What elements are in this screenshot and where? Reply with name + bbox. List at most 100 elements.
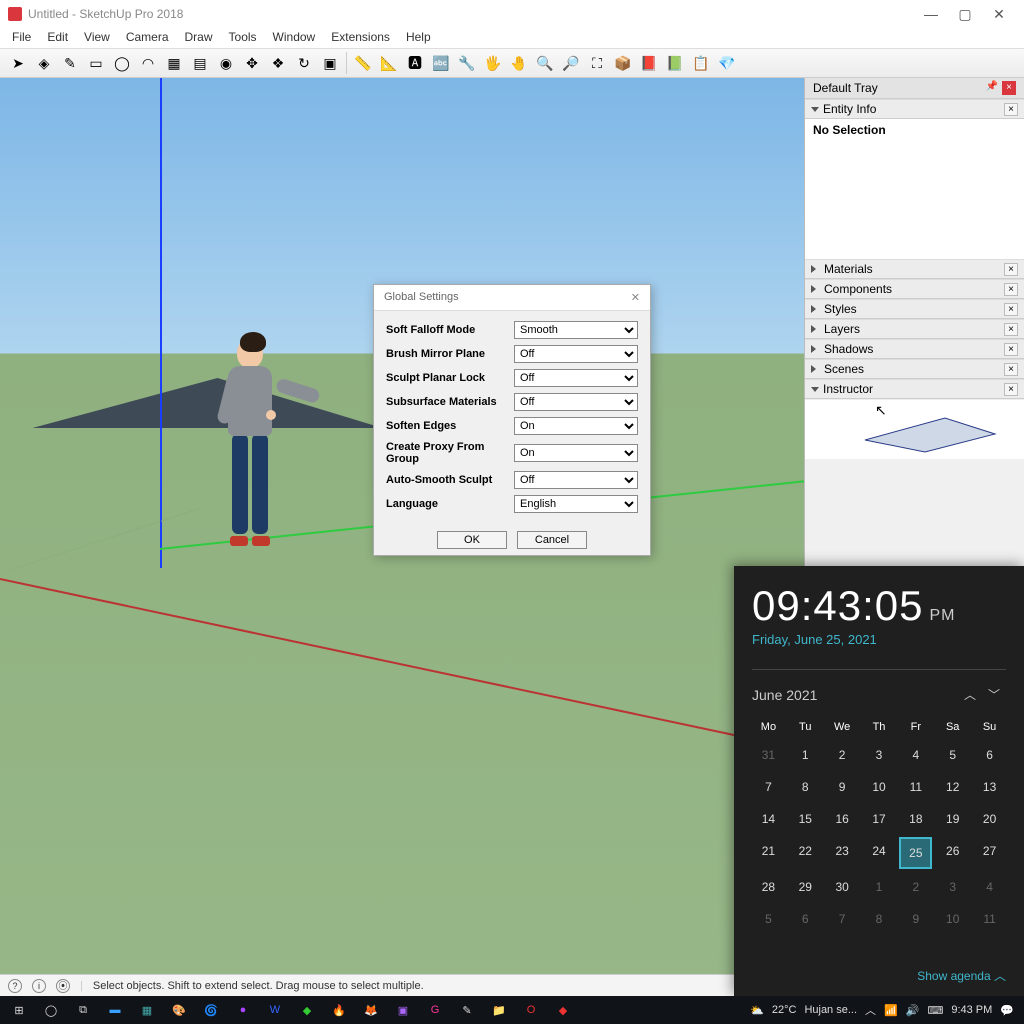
panel-close-icon[interactable]: × [1004,343,1018,356]
network-icon[interactable]: 📶 [884,1004,898,1017]
start-button[interactable]: ⊞ [4,998,34,1022]
taskbar-app[interactable]: W [260,998,290,1022]
calendar-day[interactable]: 11 [973,905,1006,933]
tool-14[interactable]: 📏 [351,51,375,75]
calendar-day[interactable]: 25 [899,837,932,869]
panel-shadows[interactable]: Shadows× [805,339,1024,359]
tool-2[interactable]: ✎ [58,51,82,75]
taskbar-app[interactable]: G [420,998,450,1022]
calendar-day[interactable]: 18 [899,805,932,833]
setting-select[interactable]: On [514,417,638,435]
search-icon[interactable]: ◯ [36,998,66,1022]
calendar-day[interactable]: 4 [899,741,932,769]
calendar-day[interactable]: 20 [973,805,1006,833]
setting-select[interactable]: Off [514,471,638,489]
calendar-month[interactable]: June 2021 [752,687,958,703]
tray-header[interactable]: Default Tray 📌 × [805,78,1024,99]
calendar-day[interactable]: 22 [789,837,822,869]
taskbar-app[interactable]: 📁 [484,998,514,1022]
tool-11[interactable]: ↻ [292,51,316,75]
calendar-day[interactable]: 7 [752,773,785,801]
setting-select[interactable]: Off [514,369,638,387]
panel-close-icon[interactable]: × [1004,103,1018,116]
tool-21[interactable]: 🔍 [533,51,557,75]
calendar-day[interactable]: 29 [789,873,822,901]
tool-28[interactable]: 💎 [715,51,739,75]
panel-layers[interactable]: Layers× [805,319,1024,339]
tool-0[interactable]: ➤ [6,51,30,75]
panel-close-icon[interactable]: × [1004,383,1018,396]
calendar-day[interactable]: 6 [789,905,822,933]
calendar-day[interactable]: 10 [863,773,896,801]
setting-select[interactable]: Off [514,345,638,363]
calendar-day[interactable]: 8 [789,773,822,801]
user-icon[interactable]: ⦿ [56,979,70,993]
calendar-day[interactable]: 10 [936,905,969,933]
taskbar-clock[interactable]: 9:43 PM [951,1004,992,1016]
system-tray[interactable]: ⛅ 22°C Hujan se... ︿ 📶 🔊 ⌨ 9:43 PM 💬 [744,1002,1020,1018]
keyboard-icon[interactable]: ⌨ [927,1004,943,1017]
dialog-titlebar[interactable]: Global Settings ✕ [374,285,650,311]
tool-12[interactable]: ▣ [318,51,342,75]
panel-entity-info[interactable]: Entity Info × [805,99,1024,119]
menu-draw[interactable]: Draw [179,28,219,48]
menu-help[interactable]: Help [400,28,437,48]
panel-scenes[interactable]: Scenes× [805,359,1024,379]
calendar-day[interactable]: 21 [752,837,785,869]
panel-close-icon[interactable]: × [1004,303,1018,316]
setting-select[interactable]: English [514,495,638,513]
calendar-day[interactable]: 13 [973,773,1006,801]
calendar-day[interactable]: 9 [826,773,859,801]
calendar-day[interactable]: 12 [936,773,969,801]
taskbar-app[interactable]: ▦ [132,998,162,1022]
panel-close-icon[interactable]: × [1004,263,1018,276]
tool-22[interactable]: 🔎 [559,51,583,75]
taskbar-app[interactable]: ● [228,998,258,1022]
calendar-day[interactable]: 6 [973,741,1006,769]
panel-close-icon[interactable]: × [1004,323,1018,336]
setting-select[interactable]: Off [514,393,638,411]
taskbar-app[interactable]: 🦊 [356,998,386,1022]
tool-16[interactable]: 🅰 [403,51,427,75]
calendar-prev-icon[interactable]: ︿ [958,684,982,705]
close-button[interactable]: ✕ [982,6,1016,23]
calendar-day[interactable]: 1 [863,873,896,901]
tool-9[interactable]: ✥ [240,51,264,75]
menu-file[interactable]: File [6,28,37,48]
tool-23[interactable]: ⛶ [585,51,609,75]
taskbar-app[interactable]: 🌀 [196,998,226,1022]
panel-components[interactable]: Components× [805,279,1024,299]
menu-edit[interactable]: Edit [41,28,74,48]
taskbar-app[interactable]: 🎨 [164,998,194,1022]
tool-18[interactable]: 🔧 [455,51,479,75]
notifications-icon[interactable]: 💬 [1000,1004,1014,1017]
calendar-day[interactable]: 3 [863,741,896,769]
menu-camera[interactable]: Camera [120,28,175,48]
taskbar-app[interactable]: ✎ [452,998,482,1022]
panel-close-icon[interactable]: × [1004,283,1018,296]
tool-7[interactable]: ▤ [188,51,212,75]
panel-close-icon[interactable]: × [1004,363,1018,376]
tray-close-icon[interactable]: × [1002,81,1016,95]
weather-icon[interactable]: ⛅ [750,1004,764,1017]
calendar-day[interactable]: 15 [789,805,822,833]
tool-1[interactable]: ◈ [32,51,56,75]
tool-17[interactable]: 🔤 [429,51,453,75]
calendar-day[interactable]: 5 [936,741,969,769]
taskbar-app[interactable]: ▣ [388,998,418,1022]
menu-tools[interactable]: Tools [223,28,263,48]
calendar-day[interactable]: 28 [752,873,785,901]
tool-5[interactable]: ◠ [136,51,160,75]
calendar-next-icon[interactable]: ﹀ [982,684,1006,705]
calendar-day[interactable]: 2 [826,741,859,769]
calendar-day[interactable]: 8 [863,905,896,933]
calendar-day[interactable]: 30 [826,873,859,901]
info-icon[interactable]: i [32,979,46,993]
calendar-day[interactable]: 11 [899,773,932,801]
taskbar-app[interactable]: ◆ [548,998,578,1022]
taskbar-app[interactable]: ◆ [292,998,322,1022]
menu-extensions[interactable]: Extensions [325,28,396,48]
tool-3[interactable]: ▭ [84,51,108,75]
tool-27[interactable]: 📋 [689,51,713,75]
calendar-day[interactable]: 31 [752,741,785,769]
